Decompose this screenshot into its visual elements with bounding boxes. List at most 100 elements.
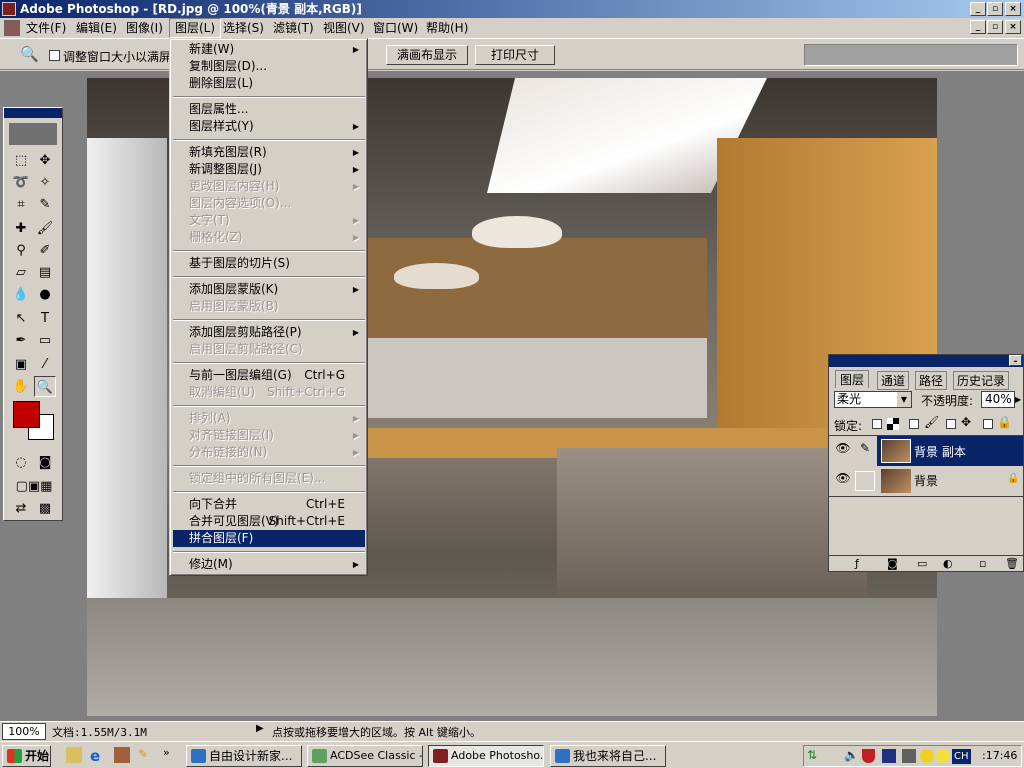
layer-style-button[interactable]: ƒ [855, 556, 859, 571]
menu-item[interactable]: 向下合并 Ctrl+E [173, 496, 365, 513]
taskbar-task[interactable]: 我也来将自己... [550, 745, 666, 767]
ime-icon[interactable] [936, 749, 950, 763]
tab-channels[interactable]: 通道 [877, 371, 910, 390]
opacity-input[interactable]: 40% [981, 391, 1015, 408]
quicklaunch-desktop-icon[interactable] [66, 747, 82, 763]
menu-help[interactable]: 帮助(H) [421, 18, 473, 38]
lock-position-checkbox[interactable] [946, 419, 956, 429]
layer-row[interactable]: 👁 背景 🔒 [829, 466, 1023, 497]
doc-close-button[interactable]: × [1005, 20, 1021, 34]
brush-link-icon[interactable]: ✎ [855, 441, 875, 461]
tab-history[interactable]: 历史记录 [953, 371, 1010, 390]
dodge-tool[interactable]: ● [34, 284, 56, 305]
menu-item[interactable]: 图层样式(Y) ▶ [173, 118, 365, 135]
menu-item[interactable]: 图层属性... [173, 101, 365, 118]
menu-edit[interactable]: 编辑(E) [71, 18, 122, 38]
shape-tool[interactable]: ▭ [34, 330, 56, 351]
zoom-tool[interactable]: 🔍 [34, 376, 56, 397]
crop-tool[interactable]: ⌗ [10, 194, 32, 215]
hand-tool[interactable]: ✋ [10, 376, 32, 397]
computer-icon[interactable] [902, 749, 916, 763]
stamp-tool[interactable]: ⚲ [10, 240, 32, 261]
quicklaunch-app-icon[interactable]: ✎ [138, 747, 148, 761]
eyedropper-tool[interactable]: ⁄ [34, 354, 56, 375]
language-indicator[interactable]: CH [952, 749, 971, 764]
healing-brush-tool[interactable]: ✚ [10, 218, 32, 239]
print-size-button[interactable]: 打印尺寸 [475, 45, 555, 65]
lasso-tool[interactable]: ➰ [10, 172, 32, 193]
lock-transparency-checkbox[interactable] [872, 419, 882, 429]
link-box[interactable] [855, 471, 875, 491]
network-icon[interactable]: ⇅ [807, 748, 817, 762]
magic-wand-tool[interactable]: ✧ [34, 172, 56, 193]
fit-on-screen-button[interactable]: 满画布显示 [386, 45, 468, 65]
menu-file[interactable]: 文件(F) [21, 18, 71, 38]
menu-item[interactable]: 添加图层剪贴路径(P) ▶ [173, 324, 365, 341]
visibility-eye-icon[interactable]: 👁 [833, 471, 853, 491]
qq-icon[interactable] [920, 749, 934, 763]
brush-tool[interactable]: 🖌 [34, 218, 56, 239]
visibility-eye-icon[interactable]: 👁 [833, 441, 853, 461]
tray-app-icon[interactable] [882, 749, 896, 763]
foreground-color-swatch[interactable] [13, 401, 40, 428]
panel-menu-button[interactable]: - [1009, 355, 1022, 367]
path-select-tool[interactable]: ↖ [10, 308, 32, 329]
pen-tool[interactable]: ✒ [10, 330, 32, 351]
menu-item[interactable]: 添加图层蒙版(K) ▶ [173, 281, 365, 298]
add-mask-button[interactable]: ◙ [887, 556, 898, 571]
menu-item[interactable]: 修边(M) ▶ [173, 556, 365, 573]
menu-item[interactable]: 合并可见图层(V) Shift+Ctrl+E [173, 513, 365, 530]
lock-image-checkbox[interactable] [909, 419, 919, 429]
menu-window[interactable]: 窗口(W) [368, 18, 423, 38]
gradient-tool[interactable]: ▤ [34, 262, 56, 283]
tab-layers[interactable]: 图层 [835, 370, 870, 388]
new-layer-button[interactable]: ▫ [979, 556, 986, 571]
quicklaunch-acdsee-icon[interactable] [114, 747, 130, 763]
jump-to-imageready-button[interactable]: ⇄ [10, 498, 32, 519]
slice-tool[interactable]: ✎ [34, 194, 56, 215]
resize-window-checkbox[interactable] [49, 50, 60, 61]
quick-mask-button[interactable]: ◙ [34, 452, 56, 473]
taskbar-task[interactable]: ACDSee Classic -... [307, 745, 423, 767]
delete-layer-button[interactable]: 🗑 [1005, 556, 1019, 571]
volume-icon[interactable]: 🔈 [844, 748, 859, 762]
restore-button[interactable]: ▫ [987, 2, 1003, 16]
doc-minimize-button[interactable]: _ [970, 20, 986, 34]
standard-mode-button[interactable]: ◌ [10, 452, 32, 473]
menu-select[interactable]: 选择(S) [218, 18, 269, 38]
history-brush-tool[interactable]: ✐ [34, 240, 56, 261]
blur-tool[interactable]: 💧 [10, 284, 32, 305]
menu-item[interactable]: 拼合图层(F) [173, 530, 365, 547]
blend-mode-select[interactable]: 柔光 ▼ [834, 391, 912, 408]
tab-paths[interactable]: 路径 [915, 371, 948, 390]
minimize-button[interactable]: _ [970, 2, 986, 16]
quicklaunch-ie-icon[interactable]: e [90, 747, 100, 765]
menu-item[interactable]: 新建(W) ▶ [173, 41, 365, 58]
menu-item[interactable]: 删除图层(L) [173, 75, 365, 92]
layer-row[interactable]: 👁 ✎ 背景 副本 [829, 435, 1023, 466]
new-adjustment-layer-button[interactable]: ◐ [943, 556, 953, 571]
notes-tool[interactable]: ▣ [10, 354, 32, 375]
menu-item[interactable]: 与前一图层编组(G) Ctrl+G [173, 367, 365, 384]
doc-restore-button[interactable]: ▫ [987, 20, 1003, 34]
move-tool[interactable]: ✥ [34, 150, 56, 171]
eraser-tool[interactable]: ▱ [10, 262, 32, 283]
imageready-button[interactable]: ▩ [34, 498, 56, 519]
menu-image[interactable]: 图像(I) [121, 18, 168, 38]
zoom-level-field[interactable]: 100% [2, 723, 46, 740]
taskbar-task[interactable]: Adobe Photosho... [428, 745, 544, 767]
opacity-slider-button[interactable]: ▶ [1015, 391, 1024, 408]
start-button[interactable]: 开始 [2, 745, 51, 767]
screen-mode-buttons[interactable]: ▢▣▦ [10, 476, 58, 497]
menu-item[interactable]: 基于图层的切片(S) [173, 255, 365, 272]
menu-view[interactable]: 视图(V) [318, 18, 370, 38]
quicklaunch-more-icon[interactable]: » [163, 746, 170, 759]
new-set-button[interactable]: ▭ [917, 556, 927, 571]
menu-item[interactable]: 复制图层(D)... [173, 58, 365, 75]
menu-filter[interactable]: 滤镜(T) [268, 18, 319, 38]
menu-item[interactable]: 新调整图层(J) ▶ [173, 161, 365, 178]
menu-item[interactable]: 新填充图层(R) ▶ [173, 144, 365, 161]
menu-layer[interactable]: 图层(L) [169, 18, 222, 38]
lock-all-checkbox[interactable] [983, 419, 993, 429]
type-tool[interactable]: T [34, 308, 56, 329]
